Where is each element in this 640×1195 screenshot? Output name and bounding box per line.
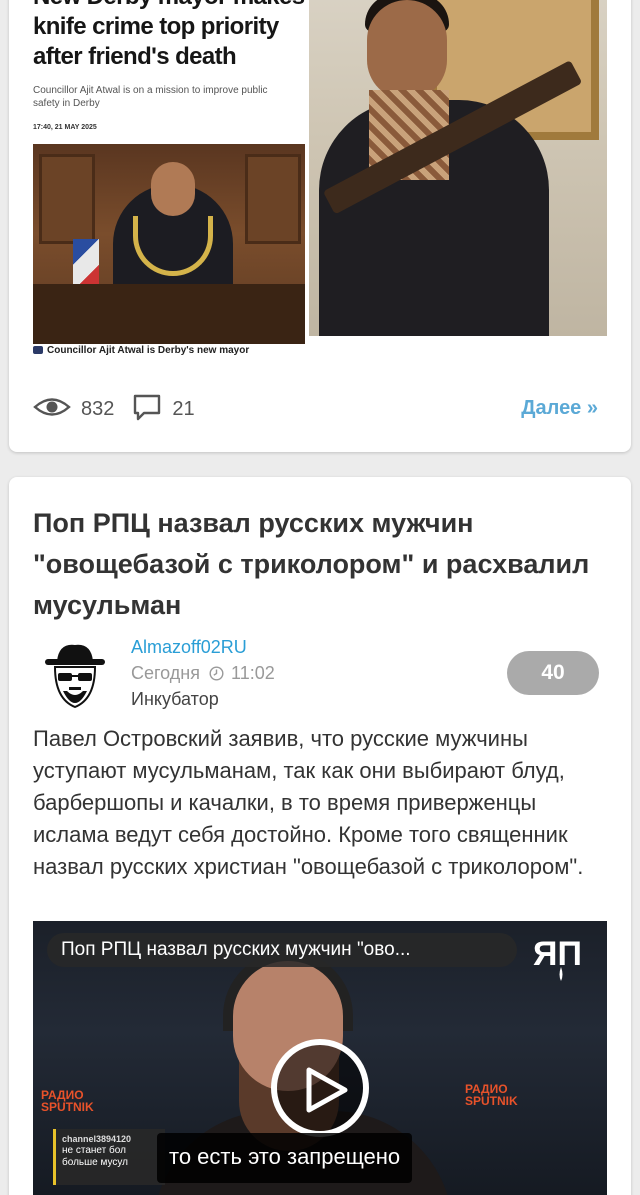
camera-icon	[33, 346, 43, 354]
news-headline: New Derby mayor makes knife crime top pr…	[33, 0, 305, 72]
clock-icon	[209, 665, 224, 686]
news-subhead: Councillor Ajit Atwal is on a mission to…	[33, 85, 268, 109]
play-button[interactable]	[271, 1039, 369, 1137]
post-image[interactable]: New Derby mayor makes knife crime top pr…	[33, 0, 607, 360]
post-card-2: Поп РПЦ назвал русских мужчин "овощебазо…	[9, 477, 631, 1195]
sputnik-watermark-right: РАДИО SPUTNIK	[465, 1082, 518, 1108]
man-with-rifle-photo	[309, 0, 607, 336]
news-timestamp: 17:40, 21 MAY 2025	[33, 124, 97, 131]
eye-icon	[33, 396, 71, 423]
video-title: Поп РПЦ назвал русских мужчин "ово...	[47, 933, 517, 967]
news-caption-text: Councillor Ajit Atwal is Derby's new may…	[47, 345, 250, 356]
video-player[interactable]: РАДИО SPUTNIK РАДИО SPUTNIK Поп РПЦ назв…	[33, 921, 607, 1195]
post-title[interactable]: Поп РПЦ назвал русских мужчин "овощебазо…	[33, 503, 613, 626]
mayor-photo	[33, 144, 305, 344]
yap-logo-icon: ЯП	[531, 933, 591, 985]
post-text: Павел Островский заявив, что русские муж…	[33, 726, 584, 879]
channel-overlay: channel3894120 не станет бол больше мусу…	[53, 1129, 165, 1185]
post-time: 11:02	[231, 663, 275, 683]
post-date-day: Сегодня	[131, 663, 200, 683]
video-subtitle: то есть это запрещено	[157, 1133, 413, 1183]
sputnik-watermark-left: РАДИО SPUTNIK	[41, 1088, 94, 1114]
views-count: 832	[81, 397, 115, 420]
avatar[interactable]	[43, 643, 107, 715]
post-card-1: New Derby mayor makes knife crime top pr…	[9, 0, 631, 452]
rating-badge[interactable]: 40	[507, 651, 599, 695]
channel-text: не станет бол больше мусул	[62, 1145, 128, 1168]
comment-icon[interactable]	[132, 392, 162, 427]
news-headline-line-1: New Derby mayor makes	[33, 0, 305, 12]
author-name[interactable]: Almazoff02RU	[131, 637, 247, 658]
post-stats: 832 21	[33, 394, 213, 424]
comments-count[interactable]: 21	[172, 398, 194, 421]
read-more-link[interactable]: Далее »	[521, 397, 598, 420]
community-name[interactable]: Инкубатор	[131, 689, 219, 710]
news-headline-line-2: knife crime top priority	[33, 13, 279, 40]
channel-name: channel3894120	[62, 1134, 132, 1144]
news-caption: Councillor Ajit Atwal is Derby's new may…	[33, 345, 249, 356]
svg-text:ЯП: ЯП	[533, 935, 582, 973]
post-date: Сегодня 11:02	[131, 663, 275, 686]
news-headline-line-3: after friend's death	[33, 43, 237, 70]
play-icon	[306, 1067, 348, 1113]
